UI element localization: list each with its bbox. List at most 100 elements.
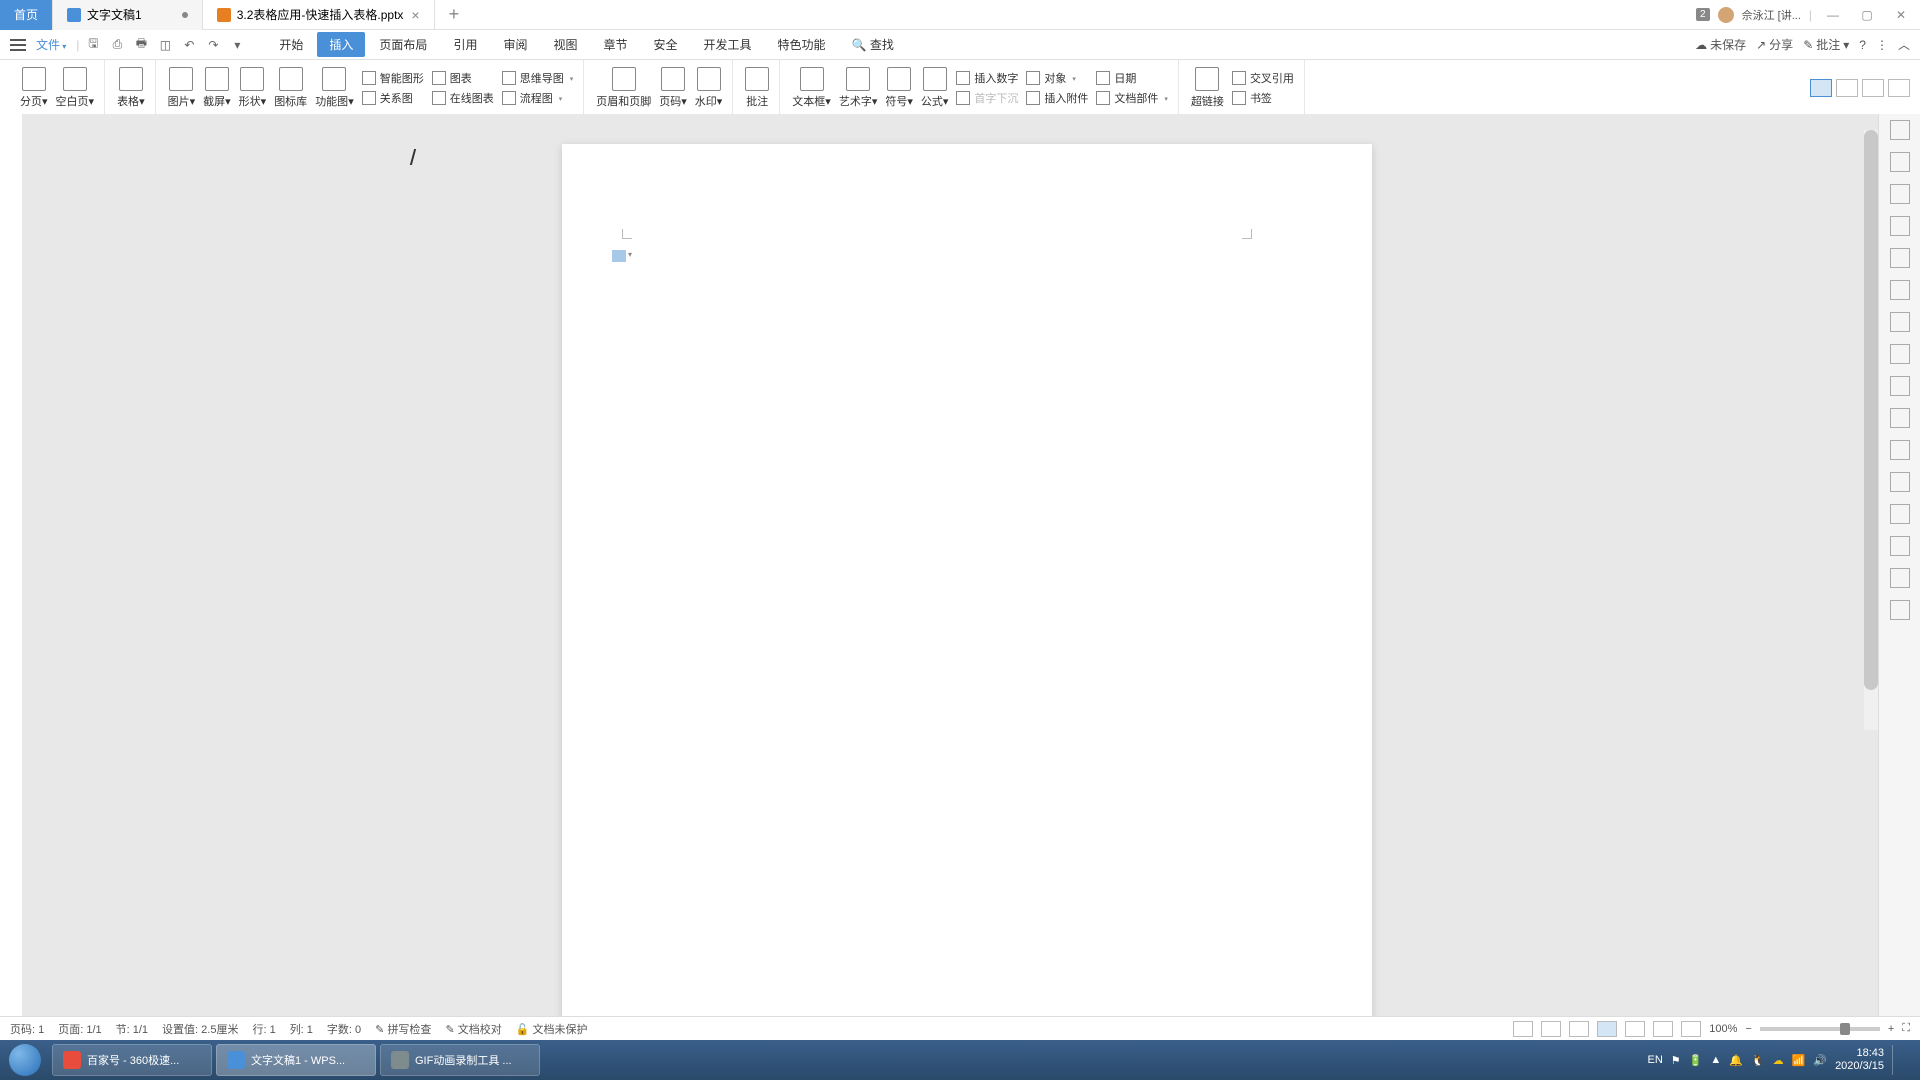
tray-battery-icon[interactable]: 🔋 xyxy=(1689,1054,1703,1067)
user-name[interactable]: 佘泳江 [讲... xyxy=(1742,7,1801,23)
outline-view-icon[interactable] xyxy=(1625,1021,1645,1037)
side-settings-icon[interactable] xyxy=(1890,536,1910,556)
icon-lib-button[interactable]: 图标库 xyxy=(270,60,311,115)
fullscreen-view-icon[interactable] xyxy=(1513,1021,1533,1037)
more-icon[interactable]: ⋮ xyxy=(1876,38,1888,52)
hamburger-icon[interactable] xyxy=(10,39,26,51)
search-button[interactable]: 🔍 查找 xyxy=(840,32,906,57)
date-button[interactable]: 日期 xyxy=(1096,70,1168,86)
document-page[interactable]: ▾ xyxy=(562,144,1372,1050)
tab-features[interactable]: 特色功能 xyxy=(766,32,838,57)
tray-flag-icon[interactable]: ⚑ xyxy=(1671,1054,1681,1067)
side-layers-icon[interactable] xyxy=(1890,344,1910,364)
textbox-button[interactable]: 文本框▾ xyxy=(788,60,835,115)
file-menu[interactable]: 文件 xyxy=(36,36,66,53)
object-button[interactable]: 对象 xyxy=(1026,70,1088,86)
save-icon[interactable]: 🖫 xyxy=(83,35,103,55)
scrollbar-thumb[interactable] xyxy=(1864,130,1878,690)
print-preview-icon[interactable]: ⎙ xyxy=(107,35,127,55)
side-style-icon[interactable] xyxy=(1890,216,1910,236)
bookmark-button[interactable]: 书签 xyxy=(1232,90,1294,106)
page-view-icon[interactable] xyxy=(1597,1021,1617,1037)
tab-security[interactable]: 安全 xyxy=(642,32,690,57)
side-grid-icon[interactable] xyxy=(1890,280,1910,300)
chart-button[interactable]: 图表 xyxy=(432,70,494,86)
tray-qq-icon[interactable]: 🐧 xyxy=(1751,1054,1765,1067)
side-image-icon[interactable] xyxy=(1890,504,1910,524)
section-dropdown-icon[interactable]: ▾ xyxy=(628,250,632,259)
document-tab-1[interactable]: 文字文稿1 xyxy=(53,0,203,30)
web-view-icon[interactable] xyxy=(1653,1021,1673,1037)
cross-ref-button[interactable]: 交叉引用 xyxy=(1232,70,1294,86)
new-tab-button[interactable]: + xyxy=(435,0,474,30)
view-mode-1[interactable] xyxy=(1810,79,1832,97)
hyperlink-button[interactable]: 超链接 xyxy=(1187,60,1228,115)
unsaved-indicator[interactable]: ☁ 未保存 xyxy=(1695,36,1746,53)
tab-section[interactable]: 章节 xyxy=(591,32,639,57)
shapes-button[interactable]: 形状▾ xyxy=(235,60,271,115)
tab-layout[interactable]: 页面布局 xyxy=(367,32,439,57)
view-mode-2[interactable] xyxy=(1836,79,1858,97)
minimize-button[interactable]: — xyxy=(1820,5,1846,25)
notification-badge[interactable]: 2 xyxy=(1696,8,1710,21)
screenshot-button[interactable]: 截屏▾ xyxy=(199,60,235,115)
status-page-num[interactable]: 页码: 1 xyxy=(10,1021,44,1037)
side-table-icon[interactable] xyxy=(1890,248,1910,268)
doc-parts-button[interactable]: 文档部件 xyxy=(1096,90,1168,106)
tab-start[interactable]: 开始 xyxy=(267,32,315,57)
smart-graphics-button[interactable]: 智能图形 xyxy=(362,70,424,86)
tray-notify-icon[interactable]: 🔔 xyxy=(1729,1054,1743,1067)
side-chart-icon[interactable] xyxy=(1890,312,1910,332)
show-desktop-button[interactable] xyxy=(1892,1045,1910,1075)
document-tab-2[interactable]: 3.2表格应用-快速插入表格.pptx × xyxy=(203,0,435,30)
print-icon[interactable]: 🖶 xyxy=(131,35,151,55)
comment-button[interactable]: ✎ 批注▾ xyxy=(1803,36,1849,53)
status-position[interactable]: 设置值: 2.5厘米 xyxy=(162,1021,238,1037)
status-section[interactable]: 节: 1/1 xyxy=(116,1021,148,1037)
side-tree-icon[interactable] xyxy=(1890,440,1910,460)
tab-insert[interactable]: 插入 xyxy=(317,32,365,57)
taskbar-clock[interactable]: 18:43 2020/3/15 xyxy=(1835,1047,1884,1073)
vertical-ruler[interactable] xyxy=(0,114,22,1042)
status-proof[interactable]: ✎ 文档校对 xyxy=(445,1021,501,1037)
section-icon[interactable] xyxy=(612,250,626,262)
vertical-scrollbar[interactable] xyxy=(1864,130,1878,730)
page-number-button[interactable]: 页码▾ xyxy=(655,60,691,115)
smart-art-button[interactable]: 功能图▾ xyxy=(311,60,358,115)
view-mode-4[interactable] xyxy=(1888,79,1910,97)
equation-button[interactable]: 公式▾ xyxy=(917,60,953,115)
tray-volume-icon[interactable]: 🔊 xyxy=(1813,1054,1827,1067)
close-window-button[interactable]: ✕ xyxy=(1888,5,1914,25)
help-icon[interactable]: ? xyxy=(1859,38,1866,52)
view-mode-3[interactable] xyxy=(1862,79,1884,97)
user-avatar-icon[interactable] xyxy=(1718,7,1734,23)
status-words[interactable]: 字数: 0 xyxy=(327,1021,361,1037)
paste-icon[interactable]: ◫ xyxy=(155,35,175,55)
blank-page-button[interactable]: 空白页▾ xyxy=(52,60,99,115)
tab-review[interactable]: 审阅 xyxy=(491,32,539,57)
page-break-button[interactable]: 分页▾ xyxy=(16,60,52,115)
qat-dropdown-icon[interactable]: ▾ xyxy=(227,35,247,55)
header-footer-button[interactable]: 页眉和页脚 xyxy=(592,60,655,115)
side-select-icon[interactable] xyxy=(1890,152,1910,172)
side-export-icon[interactable] xyxy=(1890,408,1910,428)
watermark-button[interactable]: 水印▾ xyxy=(691,60,727,115)
comment-button[interactable]: 批注 xyxy=(741,60,773,115)
picture-button[interactable]: 图片▾ xyxy=(164,60,200,115)
reading-view-icon[interactable] xyxy=(1541,1021,1561,1037)
table-button[interactable]: 表格▾ xyxy=(113,60,149,115)
wordart-button[interactable]: 艺术字▾ xyxy=(835,60,882,115)
side-task-icon[interactable] xyxy=(1890,472,1910,492)
zoom-in-button[interactable]: + xyxy=(1888,1023,1894,1035)
home-tab[interactable]: 首页 xyxy=(0,0,53,30)
tray-up-icon[interactable]: ▲ xyxy=(1710,1054,1721,1066)
undo-icon[interactable]: ↶ xyxy=(179,35,199,55)
status-protect[interactable]: 🔓 文档未保护 xyxy=(516,1021,588,1037)
taskbar-item-gif[interactable]: GIF动画录制工具 ... xyxy=(380,1044,540,1076)
tab-developer[interactable]: 开发工具 xyxy=(692,32,764,57)
maximize-button[interactable]: ▢ xyxy=(1854,5,1880,25)
insert-number-button[interactable]: 插入数字 xyxy=(956,70,1018,86)
start-button[interactable] xyxy=(0,1040,50,1080)
tab-view[interactable]: 视图 xyxy=(541,32,589,57)
zoom-slider[interactable] xyxy=(1760,1027,1880,1031)
